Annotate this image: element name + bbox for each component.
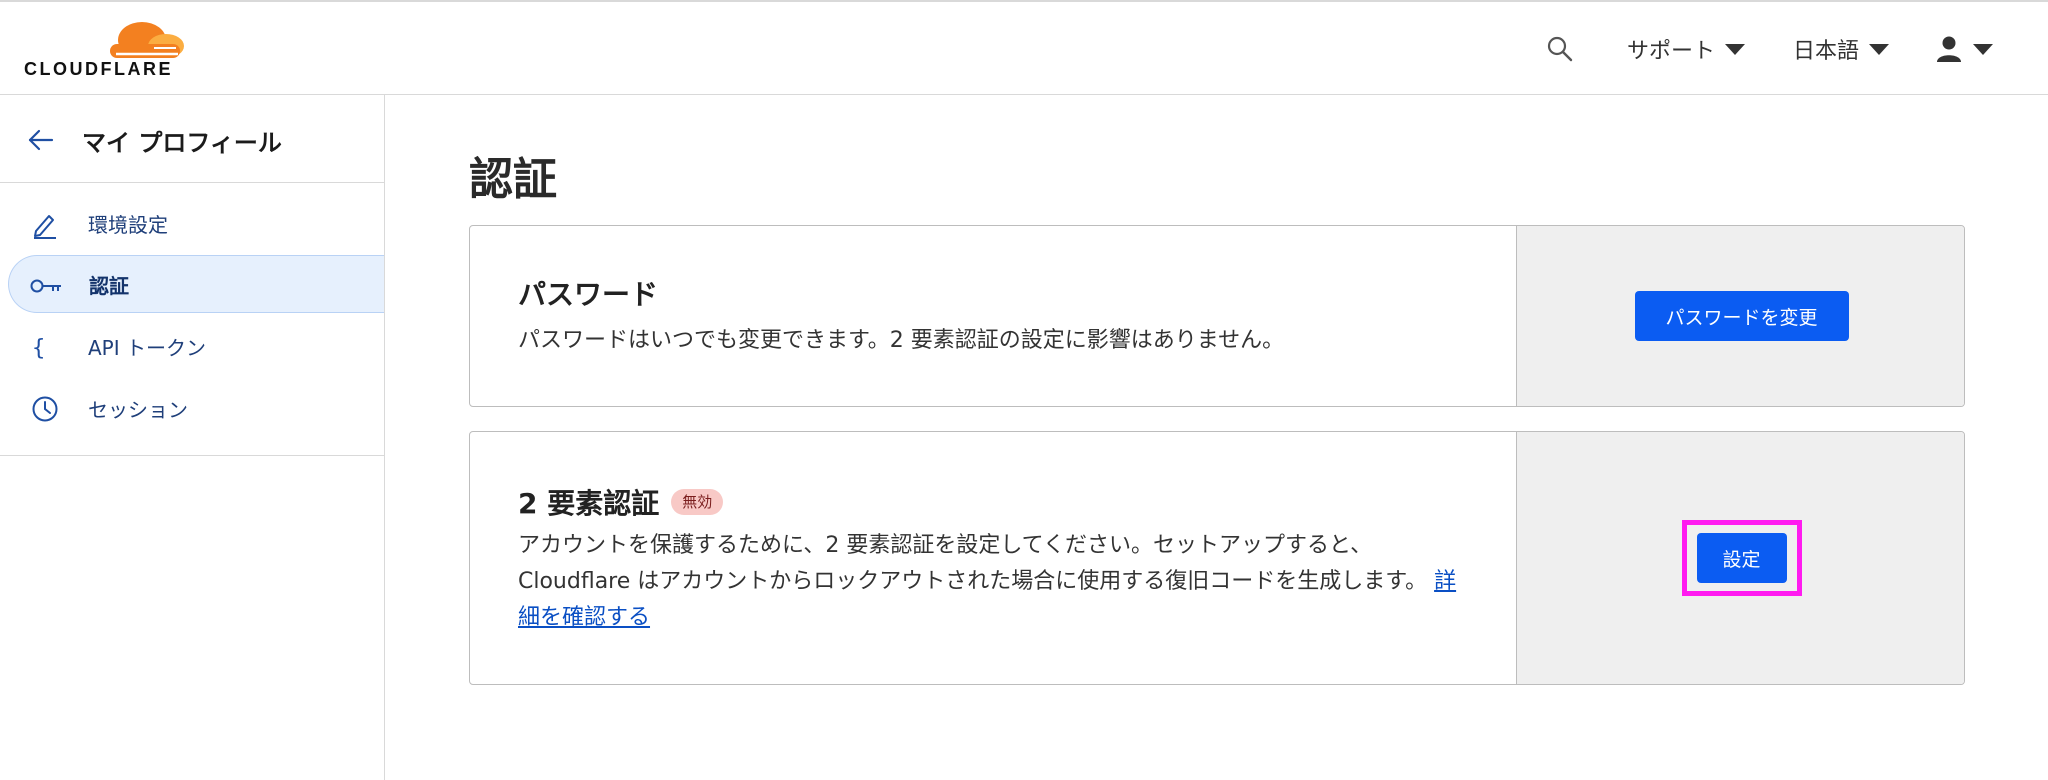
sidebar-item-preferences[interactable]: 環境設定 — [8, 194, 384, 252]
top-navigation-bar: CLOUDFLARE サポート 日本語 — [0, 0, 2048, 95]
sidebar-item-authentication[interactable]: 認証 — [8, 255, 384, 313]
pencil-icon — [34, 215, 56, 239]
password-card-body: パスワード パスワードはいつでも変更できます。2 要素認証の設定に影響はありませ… — [470, 226, 1516, 406]
two-factor-card-actions: 設定 — [1516, 432, 1964, 684]
key-icon — [30, 279, 61, 293]
cloudflare-logo[interactable]: CLOUDFLARE — [24, 18, 184, 80]
change-password-button[interactable]: パスワードを変更 — [1634, 291, 1849, 341]
sidebar-header: マイ プロフィール — [0, 95, 384, 183]
braces-icon: { } — [32, 336, 60, 361]
back-button[interactable] — [26, 125, 56, 155]
password-card-title: パスワード — [518, 273, 658, 313]
chevron-down-icon — [1869, 43, 1890, 55]
two-factor-description-text: アカウントを保護するために、2 要素認証を設定してください。セットアップすると、… — [518, 533, 1428, 594]
two-factor-auth-card: 2 要素認証 無効 アカウントを保護するために、2 要素認証を設定してください。… — [469, 431, 1965, 685]
password-card-actions: パスワードを変更 — [1516, 226, 1964, 406]
search-icon — [1547, 36, 1573, 62]
profile-sidebar: マイ プロフィール 環境設定 認証 { } API トークン — [0, 95, 385, 780]
main-content: 認証 パスワード パスワードはいつでも変更できます。2 要素認証の設定に影響はあ… — [386, 95, 2048, 780]
status-badge: 無効 — [671, 489, 724, 515]
user-icon — [1937, 36, 1961, 62]
chevron-down-icon — [1725, 43, 1746, 55]
page-title: 認証 — [469, 154, 557, 205]
sidebar-item-label: 環境設定 — [88, 212, 168, 237]
password-card: パスワード パスワードはいつでも変更できます。2 要素認証の設定に影響はありませ… — [469, 225, 1965, 407]
two-factor-card-description: アカウントを保護するために、2 要素認証を設定してください。セットアップすると、… — [518, 528, 1458, 636]
language-label: 日本語 — [1793, 39, 1860, 64]
support-dropdown[interactable]: サポート — [1627, 32, 1746, 66]
logo-wordmark: CLOUDFLARE — [24, 59, 173, 79]
setup-two-factor-button[interactable]: 設定 — [1696, 533, 1787, 583]
two-factor-card-title: 2 要素認証 無効 — [518, 482, 724, 522]
sidebar-item-sessions[interactable]: セッション — [8, 379, 384, 437]
two-factor-title-text: 2 要素認証 — [518, 487, 660, 520]
svg-text:{ }: { } — [32, 336, 60, 361]
password-card-description: パスワードはいつでも変更できます。2 要素認証の設定に影響はありません。 — [518, 328, 1285, 353]
clock-icon — [32, 396, 58, 422]
cloud-logo-icon — [110, 22, 184, 58]
sidebar-item-label: セッション — [88, 397, 188, 422]
chevron-down-icon — [1973, 43, 1993, 55]
user-menu-dropdown[interactable] — [1935, 32, 1993, 66]
language-dropdown[interactable]: 日本語 — [1793, 32, 1890, 66]
two-factor-card-body: 2 要素認証 無効 アカウントを保護するために、2 要素認証を設定してください。… — [470, 432, 1516, 684]
arrow-left-icon — [28, 129, 54, 151]
support-label: サポート — [1627, 39, 1716, 64]
password-title-text: パスワード — [518, 278, 659, 311]
sidebar-item-label: 認証 — [89, 273, 129, 298]
sidebar-title: マイ プロフィール — [82, 129, 282, 157]
sidebar-item-api-tokens[interactable]: { } API トークン — [8, 317, 384, 375]
sidebar-nav: 環境設定 認証 { } API トークン セッション — [0, 184, 384, 456]
search-button[interactable] — [1545, 34, 1575, 64]
sidebar-item-label: API トークン — [88, 335, 206, 360]
highlight-frame: 設定 — [1681, 520, 1802, 596]
